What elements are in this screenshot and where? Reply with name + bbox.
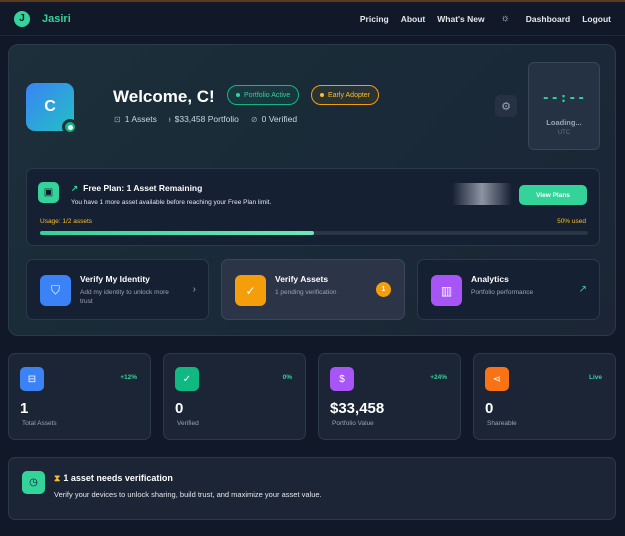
stat-portfolio-value[interactable]: $ +24% $33,458 Portfolio Value xyxy=(318,353,461,440)
avatar-letter: C xyxy=(44,98,56,115)
lock-icon: ⊡ xyxy=(114,115,121,124)
brand-name[interactable]: Jasiri xyxy=(42,13,71,25)
clock-icon: ◷ xyxy=(22,471,45,494)
stat-total-assets[interactable]: ⊟ +12% 1 Total Assets xyxy=(8,353,151,440)
card-title: Verify Assets xyxy=(275,274,329,284)
stat-change: Live xyxy=(588,374,602,381)
box-icon: ⊟ xyxy=(20,367,44,391)
hourglass-icon: ⧗ xyxy=(54,473,61,483)
logo-icon[interactable]: J xyxy=(14,10,30,27)
verify-identity-card[interactable]: ⛉ Verify My Identity Add my identity to … xyxy=(26,259,209,320)
verify-assets-card[interactable]: ✓ Verify Assets 1 pending verification 1 xyxy=(221,259,405,320)
chevron-right-icon: › xyxy=(192,284,196,295)
check-circle-icon: ✓ xyxy=(235,275,266,306)
card-title: Verify My Identity xyxy=(80,274,150,284)
verified-count: 0 Verified xyxy=(261,114,298,124)
stat-value: 0 xyxy=(175,400,184,417)
stat-verified[interactable]: ✓ 0% 0 Verified xyxy=(163,353,306,440)
pending-count-badge: 1 xyxy=(376,282,391,297)
clock-timezone: UTC xyxy=(557,130,571,136)
dollar-icon: ᵻ xyxy=(168,115,171,124)
welcome-panel: C Welcome, C! Portfolio Active Early Ado… xyxy=(8,44,616,336)
alert-title-text: 1 asset needs verification xyxy=(63,473,173,483)
avatar[interactable]: C xyxy=(26,83,78,135)
welcome-title: Welcome, C! xyxy=(113,87,215,106)
card-subtitle: 1 pending verification xyxy=(275,289,337,296)
stat-change: +12% xyxy=(120,374,137,381)
view-plans-button[interactable]: View Plans xyxy=(519,185,587,205)
sun-icon[interactable]: ☼ xyxy=(501,13,510,24)
image-icon: ▣ xyxy=(38,182,59,203)
top-navbar: J Jasiri Pricing About What's New ☼ Dash… xyxy=(0,0,625,36)
clock-widget: --:-- Loading... UTC xyxy=(528,62,600,150)
nav-pricing[interactable]: Pricing xyxy=(360,14,389,24)
card-subtitle: Portfolio performance xyxy=(471,289,534,296)
clock-time: --:-- xyxy=(541,91,587,106)
hero-stats: ⊡ 1 Assets ᵻ $33,458 Portfolio ⊘ 0 Verified xyxy=(114,114,297,124)
check-icon: ✓ xyxy=(175,367,199,391)
bar-chart-icon: ▥ xyxy=(431,275,462,306)
alert-title: ⧗ 1 asset needs verification xyxy=(54,473,173,484)
portfolio-value: $33,458 Portfolio xyxy=(174,114,239,124)
stat-value: 0 xyxy=(485,400,494,417)
usage-percent: 50% used xyxy=(557,218,586,225)
settings-gear-icon[interactable]: ⚙ xyxy=(495,95,517,117)
nav-dashboard[interactable]: Dashboard xyxy=(526,14,570,24)
shimmer-decoration xyxy=(452,183,512,205)
trending-up-icon: ↗ xyxy=(71,183,79,193)
early-adopter-badge: Early Adopter xyxy=(311,85,380,105)
usage-label: Usage: 1/2 assets xyxy=(40,218,93,225)
stat-label: Portfolio Value xyxy=(332,420,374,427)
free-plan-card: ▣ ↗ Free Plan: 1 Asset Remaining You have… xyxy=(26,168,600,246)
nav-about[interactable]: About xyxy=(401,14,426,24)
shield-icon: ⛉ xyxy=(40,275,71,306)
plan-title: ↗ Free Plan: 1 Asset Remaining xyxy=(71,183,202,194)
verification-alert: ◷ ⧗ 1 asset needs verification Verify you… xyxy=(8,457,616,520)
assets-count: 1 Assets xyxy=(124,114,157,124)
portfolio-active-badge: Portfolio Active xyxy=(227,85,300,105)
card-title: Analytics xyxy=(471,274,509,284)
share-icon: ⋖ xyxy=(485,367,509,391)
clock-status: Loading... xyxy=(546,118,582,127)
stat-label: Verified xyxy=(177,420,199,427)
stat-change: 0% xyxy=(282,374,292,381)
stat-value: $33,458 xyxy=(330,400,385,417)
usage-progress-bar xyxy=(40,231,588,235)
usage-progress-fill xyxy=(40,231,314,235)
stat-label: Total Assets xyxy=(22,420,57,427)
card-subtitle: Add my identity to unlock more trust xyxy=(80,289,169,305)
trending-up-icon: ↗ xyxy=(578,284,587,295)
stat-label: Shareable xyxy=(487,420,517,427)
badge-label: Portfolio Active xyxy=(244,91,291,99)
stat-change: +24% xyxy=(430,374,447,381)
stat-value: 1 xyxy=(20,400,29,417)
dollar-icon: $ xyxy=(330,367,354,391)
online-status-icon xyxy=(62,119,78,135)
badge-label: Early Adopter xyxy=(328,91,371,99)
plan-title-text: Free Plan: 1 Asset Remaining xyxy=(83,183,203,193)
plan-subtitle: You have 1 more asset available before r… xyxy=(71,199,272,206)
check-circle-icon: ⊘ xyxy=(250,115,258,124)
nav-logout[interactable]: Logout xyxy=(582,14,611,24)
nav-links: Pricing About What's New ☼ Dashboard Log… xyxy=(348,13,611,24)
nav-whats-new[interactable]: What's New xyxy=(437,14,484,24)
alert-subtitle: Verify your devices to unlock sharing, b… xyxy=(54,490,322,499)
stat-shareable[interactable]: ⋖ Live 0 Shareable xyxy=(473,353,616,440)
analytics-card[interactable]: ▥ Analytics Portfolio performance ↗ xyxy=(417,259,600,320)
